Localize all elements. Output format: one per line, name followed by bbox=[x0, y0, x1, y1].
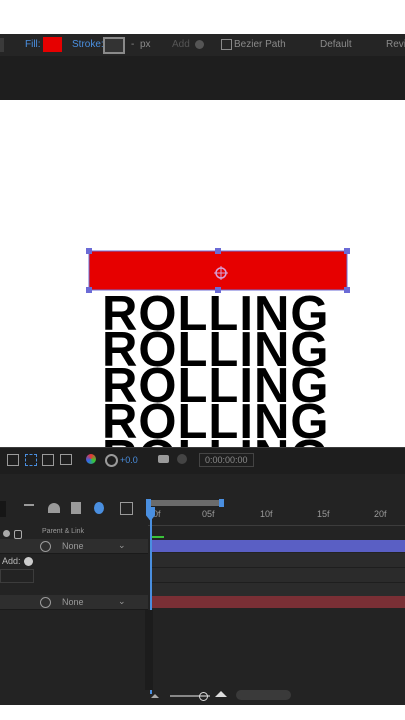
stroke-width-value[interactable]: - bbox=[131, 39, 134, 50]
snapshot-camera-icon[interactable] bbox=[158, 455, 169, 463]
stroke-color-swatch[interactable] bbox=[103, 37, 125, 54]
layer-bar-blue[interactable] bbox=[152, 540, 405, 552]
transparency-grid-icon[interactable] bbox=[42, 454, 54, 466]
motion-blur-icon[interactable] bbox=[94, 502, 104, 514]
stroke-unit: px bbox=[140, 39, 151, 50]
grid-icon[interactable] bbox=[7, 454, 19, 466]
time-ruler[interactable] bbox=[148, 507, 405, 526]
property-row-2 bbox=[152, 568, 405, 583]
chevron-down-icon[interactable]: ⌄ bbox=[118, 596, 126, 607]
timeline-scrollbar[interactable] bbox=[236, 690, 291, 700]
parent-select-1[interactable]: None bbox=[62, 541, 84, 551]
zoom-in-icon[interactable] bbox=[215, 691, 227, 697]
toolbar-left-edge bbox=[0, 38, 4, 52]
work-area-start-handle[interactable] bbox=[146, 499, 151, 507]
bottom-white-area bbox=[0, 705, 405, 720]
workspace-default[interactable]: Default bbox=[320, 39, 352, 50]
timeline-empty-area bbox=[145, 610, 153, 690]
shape-toolbar: Fill: Stroke: - px Add Bezier Path Defau… bbox=[0, 34, 405, 56]
zoom-slider-thumb[interactable] bbox=[199, 692, 208, 701]
exposure-reset-icon[interactable] bbox=[105, 454, 118, 467]
add-menu-icon[interactable] bbox=[195, 40, 204, 49]
rolling-text-line-5[interactable]: ROLLING bbox=[102, 434, 329, 448]
workspace-review[interactable]: Revi bbox=[386, 39, 405, 50]
lock-icon bbox=[14, 530, 22, 539]
green-render-bar bbox=[152, 536, 164, 538]
parent-select-2[interactable]: None bbox=[62, 597, 84, 607]
draft-3d-icon[interactable] bbox=[24, 504, 34, 514]
work-area-bar[interactable] bbox=[148, 500, 222, 506]
chevron-down-icon[interactable]: ⌄ bbox=[118, 540, 126, 551]
bezier-path-label: Bezier Path bbox=[234, 39, 286, 50]
solo-icon bbox=[3, 530, 10, 537]
fill-label: Fill: bbox=[25, 39, 41, 50]
pickwhip-icon[interactable] bbox=[40, 541, 51, 552]
parent-link-header: Parent & Link bbox=[42, 528, 85, 535]
search-field[interactable] bbox=[0, 501, 6, 517]
show-snapshot-icon[interactable] bbox=[177, 454, 187, 464]
pickwhip-icon[interactable] bbox=[40, 597, 51, 608]
zoom-out-icon[interactable] bbox=[151, 694, 159, 698]
fill-color-swatch[interactable] bbox=[43, 37, 62, 52]
bezier-path-checkbox[interactable] bbox=[221, 39, 232, 50]
exposure-value[interactable]: +0.0 bbox=[120, 455, 138, 465]
graph-editor-icon[interactable] bbox=[120, 502, 133, 515]
panel-header-strip bbox=[0, 56, 405, 101]
current-timecode[interactable]: 0:00:00:00 bbox=[199, 453, 254, 467]
ruler-label-15f: 15f bbox=[317, 509, 330, 519]
shy-layers-icon[interactable] bbox=[48, 503, 60, 513]
region-of-interest-icon[interactable] bbox=[25, 454, 37, 466]
ruler-label-05f: 05f bbox=[202, 509, 215, 519]
timeline-panel: +0.0 0:00:00:00 0f 05f 10f 15f 20f Paren… bbox=[0, 447, 405, 705]
stroke-label: Stroke: bbox=[72, 39, 104, 50]
frame-blending-icon[interactable] bbox=[71, 502, 81, 514]
layer-bar-red[interactable] bbox=[152, 596, 405, 608]
add-label[interactable]: Add: bbox=[2, 556, 21, 566]
property-row-1 bbox=[152, 553, 405, 568]
work-area-end-handle[interactable] bbox=[219, 499, 224, 507]
composition-viewer[interactable]: ROLLING ROLLING ROLLING ROLLING ROLLING bbox=[0, 100, 405, 447]
channel-color-icon[interactable] bbox=[86, 454, 96, 464]
ruler-label-10f: 10f bbox=[260, 509, 273, 519]
add-dropdown[interactable] bbox=[0, 569, 34, 583]
add-label[interactable]: Add bbox=[172, 39, 190, 50]
add-menu-icon[interactable] bbox=[24, 557, 33, 566]
mask-visibility-icon[interactable] bbox=[60, 454, 72, 465]
ruler-label-20f: 20f bbox=[374, 509, 387, 519]
